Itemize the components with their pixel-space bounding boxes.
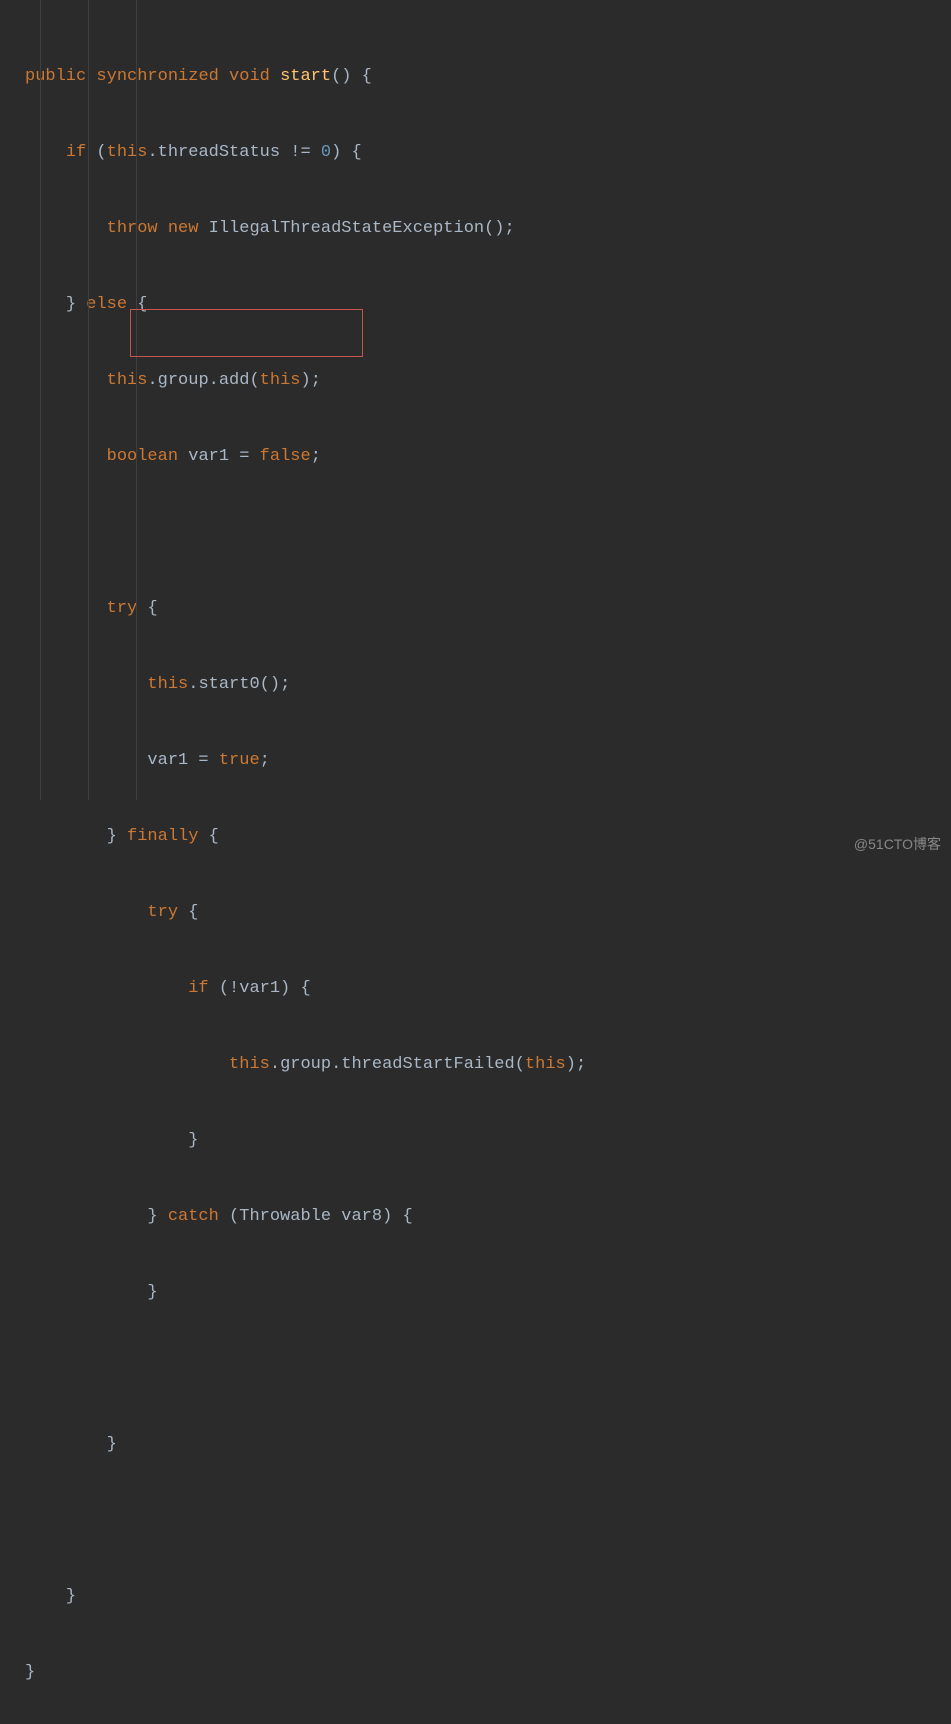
code-line: throw new IllegalThreadStateException(); [25,210,951,248]
keyword: this [260,371,301,390]
keyword: catch [168,1207,219,1226]
code-line: this.group.add(this); [25,362,951,400]
code-line: this.start0(); [25,666,951,704]
code-line: } finally { [25,818,951,856]
code-line: } else { [25,286,951,324]
method-call: start0() [198,675,280,694]
code-line: } [25,1426,951,1464]
code-editor[interactable]: public synchronized void start() { if (t… [0,0,951,1724]
keyword: finally [127,827,198,846]
number: 0 [321,143,331,162]
code-line: } [25,1122,951,1160]
code-line: public synchronized void start() { [25,58,951,96]
code-line: boolean var1 = false; [25,438,951,476]
keyword: synchronized [96,67,218,86]
code-line: try { [25,590,951,628]
method-name: start [280,67,331,86]
code-line: if (!var1) { [25,970,951,1008]
code-line: } [25,1274,951,1312]
code-line: } catch (Throwable var8) { [25,1198,951,1236]
keyword: this [107,371,148,390]
code-line: try { [25,894,951,932]
method-call: add( [219,371,260,390]
keyword: boolean [107,447,178,466]
identifier: threadStatus != [158,143,321,162]
keyword: else [86,295,127,314]
identifier: group [280,1055,331,1074]
class-name: IllegalThreadStateException() [209,219,505,238]
keyword: this [525,1055,566,1074]
code-line: var1 = true; [25,742,951,780]
code-line [25,1350,951,1388]
keyword: if [66,143,86,162]
method-call: threadStartFailed( [341,1055,525,1074]
keyword: this [107,143,148,162]
keyword: false [260,447,311,466]
keyword: if [188,979,208,998]
code-line: } [25,1578,951,1616]
indent-guide [88,0,89,800]
keyword: this [229,1055,270,1074]
punct: () { [331,67,372,86]
identifier: var1 = [147,751,218,770]
keyword: public [25,67,86,86]
keyword: try [107,599,138,618]
code-line: if (this.threadStatus != 0) { [25,134,951,172]
watermark-text: @51CTO博客 [854,834,941,854]
identifier: var1 = [188,447,259,466]
indent-guide [40,0,41,800]
code-line: this.group.threadStartFailed(this); [25,1046,951,1084]
identifier: group [158,371,209,390]
keyword: true [219,751,260,770]
code-line: } [25,1654,951,1692]
keyword: throw [107,219,158,238]
indent-guide [136,0,137,800]
code-line [25,514,951,552]
code-line [25,1502,951,1540]
keyword: this [147,675,188,694]
keyword: void [229,67,270,86]
keyword: new [168,219,199,238]
keyword: try [147,903,178,922]
